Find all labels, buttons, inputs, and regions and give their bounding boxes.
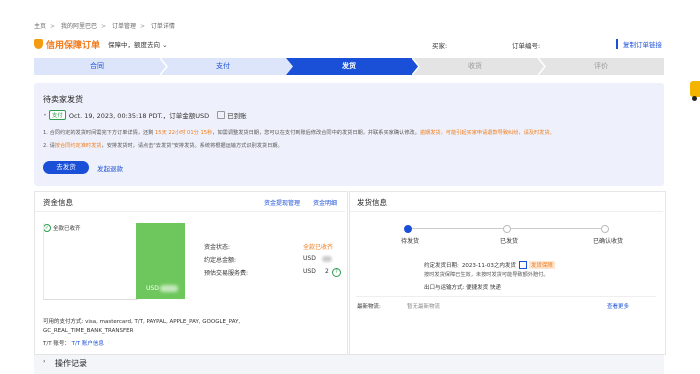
service-fee-number: 2: [325, 268, 329, 275]
order-steps: 合同 支付 发货 收货 评价: [34, 58, 664, 75]
agreed-ship-date-row: 约定发货日期: 2023-11-03之内发货 发货保障: [424, 261, 555, 269]
fund-chart-area: [43, 223, 138, 300]
latest-logistics-value: 暂无最新物流: [407, 304, 441, 310]
step-review[interactable]: 评价: [538, 58, 664, 75]
timeline-label-pending: 待发货: [401, 238, 420, 245]
buyer-label: 买家:: [432, 42, 448, 50]
step-shipping[interactable]: 发货: [286, 58, 419, 75]
guarantee-badge: 发货保障: [528, 261, 555, 269]
shipping-info-title: 发货信息: [357, 198, 387, 207]
paid-badge: 支付: [48, 110, 66, 120]
refund-link[interactable]: 发起退款: [97, 163, 123, 173]
step-payment[interactable]: 支付: [160, 58, 293, 75]
latest-logistics-label: 最新物流:: [357, 304, 381, 310]
payment-status-row: • 支付 Oct. 19, 2023, 00:35:18 PDT.，订单金额US…: [43, 110, 247, 120]
note1-text-a: 1. 合同约定的发货时间需完下方订单详情，还剩: [43, 130, 155, 136]
received-icon: [217, 111, 226, 119]
shield-icon: [34, 39, 43, 49]
help-icon[interactable]: ?: [332, 268, 341, 277]
fund-status-value: 全款已收齐: [303, 244, 334, 251]
floating-side-tab[interactable]: [690, 81, 700, 97]
chevron-down-icon: ⌄: [162, 41, 168, 49]
breadcrumb-home[interactable]: 主页: [34, 23, 46, 30]
divider: [35, 211, 345, 212]
fund-bar-amount-blurred: [160, 285, 178, 292]
shipping-note-2: 2. 请按合同约定准时发货，安排发货时，请点击"去发货"安排发货。系统将根据运输…: [43, 142, 283, 149]
total-amount-blurred: [322, 256, 332, 262]
port-value: 便捷发货 快递: [466, 285, 501, 291]
service-fee-value: USD: [303, 268, 316, 275]
breadcrumb: 主页 > 我的阿里巴巴 > 订单管理 > 订单详情: [34, 23, 175, 30]
chevron-right-icon: ›: [43, 358, 46, 365]
port-transport-row: 出口与运输方式: 便捷发货 快递: [424, 283, 501, 291]
tt-account-link[interactable]: T/T 账户信息: [72, 341, 104, 347]
note1-text-b: ，如需调整发货日期，您可以在支付到账后修改合同中的发货日期，并联系买家确认修改。: [212, 130, 420, 136]
copy-order-link[interactable]: 复制订单链接: [616, 39, 662, 49]
timeline-node-shipped: [503, 225, 511, 233]
breadcrumb-order-management[interactable]: 订单管理: [112, 23, 136, 30]
operations-log-title: 操作记录: [55, 359, 87, 368]
shipping-note-1: 1. 合同约定的发货时间需完下方订单详情，还剩 15天 22小时 01分 15秒…: [43, 129, 555, 136]
withdrawal-management-link[interactable]: 资金提现管理: [264, 198, 300, 207]
received-text: 已到账: [227, 112, 247, 120]
guarantee-note: 按时发货保障已生效，未按时发货可能导致额外赔付。: [424, 272, 549, 278]
floating-dot-icon: [692, 96, 697, 101]
divider: [350, 211, 663, 212]
breadcrumb-my-alibaba[interactable]: 我的阿里巴巴: [61, 23, 97, 30]
timeline-label-shipped: 已发货: [500, 238, 519, 245]
timeline-label-received: 已确认收货: [593, 238, 624, 245]
note2-text-a: 2. 请: [43, 143, 55, 149]
divider: [356, 296, 656, 297]
page-title: 信用保障订单: [46, 40, 101, 51]
note2-highlight: 按合同约定准时发货: [54, 143, 102, 149]
fund-details-link[interactable]: 资金明细: [313, 198, 337, 207]
note1-countdown: 15天 22小时 01分 15秒: [155, 130, 213, 136]
guarantee-status[interactable]: 保障中，额度去向 ⌄: [108, 39, 168, 49]
operations-log-bar[interactable]: [34, 354, 664, 374]
received-status: 已到账: [217, 110, 247, 120]
page-title-row: 信用保障订单 保障中，额度去向 ⌄: [34, 37, 168, 51]
timeline-node-received: [601, 225, 609, 233]
order-number-label: 订单编号:: [512, 42, 541, 50]
agreed-date-label: 约定发货日期:: [424, 263, 459, 269]
port-label: 出口与运输方式:: [424, 285, 465, 291]
note1-warning: 逾期发货，可能引起买家申请退款导致纠纷，请及时发货。: [419, 130, 555, 136]
total-amount-value: USD: [303, 255, 316, 262]
tt-account-row: T/T 账号： T/T 账户信息: [43, 339, 104, 347]
service-fee-label: 预估交易服务费:: [204, 270, 249, 277]
step-contract[interactable]: 合同: [34, 58, 167, 75]
fund-info-title: 资金信息: [43, 198, 73, 207]
guarantee-status-text: 保障中，额度去向: [108, 41, 161, 49]
paid-text: Oct. 19, 2023, 00:35:18 PDT.，订单金额USD: [68, 112, 210, 120]
calendar-icon: [518, 261, 527, 269]
agreed-date-value: 2023-11-03之内发货: [461, 263, 516, 269]
view-more-link[interactable]: 查看更多: [607, 302, 629, 310]
note2-text-b: ，安排发货时，请点击"去发货"安排发货。系统将根据运输方式识别发货日期。: [101, 143, 283, 149]
step-receiving[interactable]: 收货: [412, 58, 545, 75]
ship-button[interactable]: 去发货: [43, 161, 89, 174]
fund-bar-currency: USD: [146, 285, 159, 292]
fund-status-label: 资金状态:: [204, 244, 231, 251]
status-title: 待卖家发货: [43, 95, 83, 104]
payment-methods: 可用的支付方式: visa, mastercard, T/T, PAYPAL, …: [43, 319, 241, 334]
timeline-node-pending: [404, 225, 412, 233]
tt-account-label: T/T 账号：: [43, 341, 70, 347]
breadcrumb-order-detail: 订单详情: [150, 23, 175, 30]
total-amount-label: 约定总金额:: [204, 257, 237, 264]
